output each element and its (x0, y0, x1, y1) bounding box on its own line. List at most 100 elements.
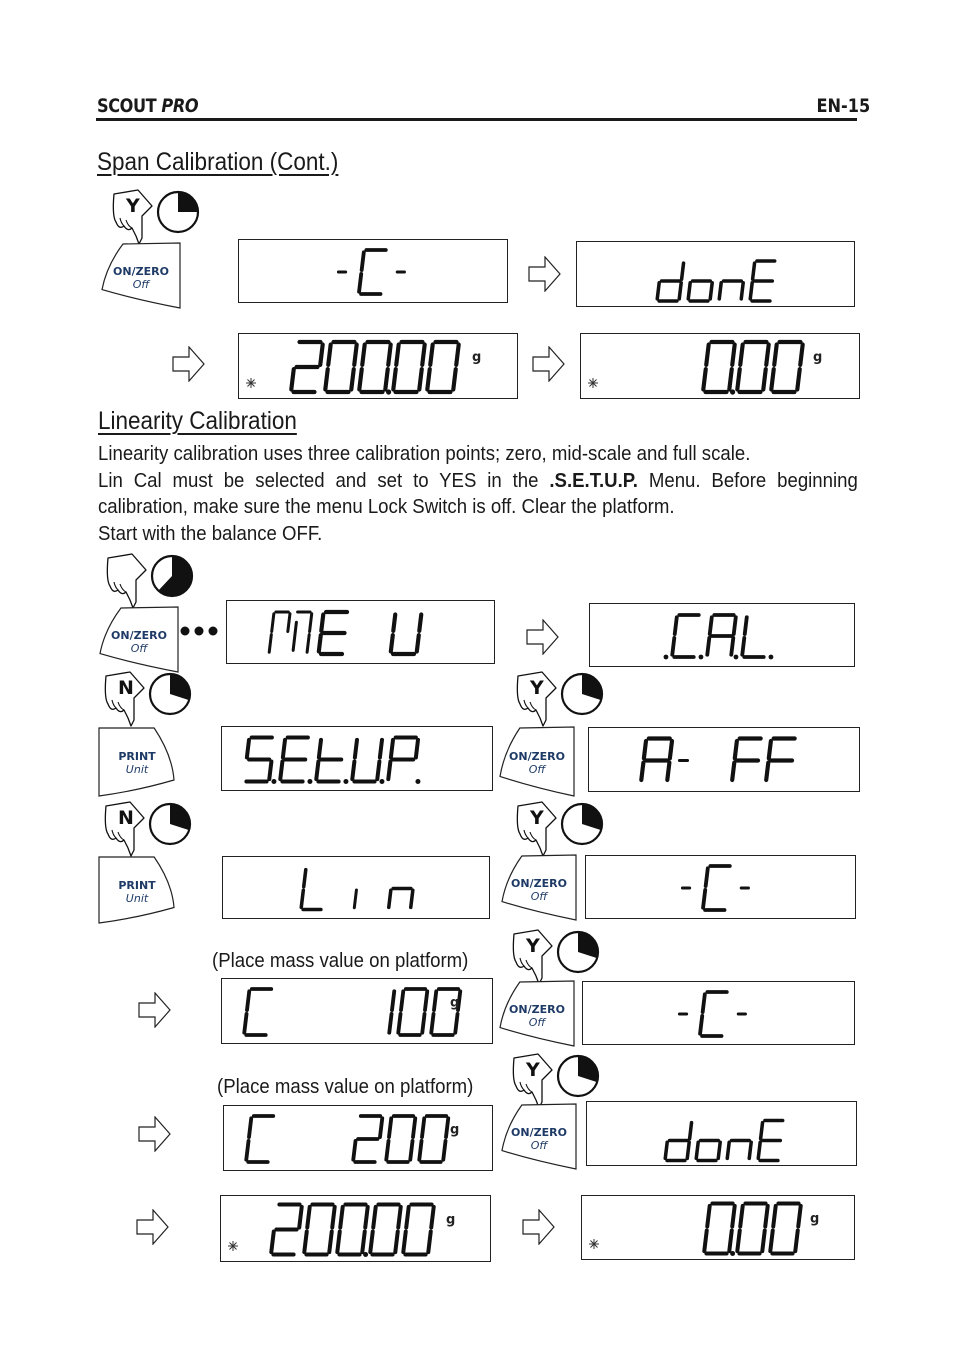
pointing-hand-icon: N (104, 671, 145, 727)
hand-key-letter: Y (529, 807, 544, 829)
lcd-decimal-point (768, 654, 774, 660)
lcd-digit (740, 615, 766, 659)
hold-timer-icon (560, 672, 604, 716)
print-key[interactable]: PRINT Unit (98, 855, 176, 925)
key-primary-label: PRINT (118, 750, 156, 764)
unit-label: g (450, 995, 459, 1010)
place-mass-note: (Place mass value on platform) (217, 1076, 474, 1098)
lcd-digit (701, 864, 732, 912)
lcd-digit (302, 1202, 337, 1257)
lcd-readout (336, 248, 406, 296)
lcd-digit (386, 735, 420, 782)
next-step-arrow-icon (526, 619, 560, 655)
lcd-lin-200: g200.00 (220, 1195, 491, 1262)
stable-indicator-icon (589, 1239, 599, 1249)
lin-hand-timer-y2: Y (512, 798, 622, 858)
header-model: PRO (161, 95, 199, 117)
lcd-digit (735, 1201, 770, 1256)
hold-timer-icon (156, 190, 200, 234)
lcd-digit (242, 987, 274, 1037)
lcd-digit (299, 867, 323, 912)
instruction-line: Linearity calibration uses three calibra… (98, 443, 751, 465)
lcd-digit (278, 735, 310, 784)
span-hand-timer: Y (108, 186, 218, 246)
hand-key-letter: Y (529, 677, 544, 699)
lcd-decimal-point (415, 779, 421, 784)
key-label: ON/ZERO Off (498, 1003, 576, 1029)
next-step-arrow-icon (136, 1209, 170, 1245)
header-product-name: SCOUT PRO (97, 95, 199, 117)
unit-label: g (472, 350, 481, 365)
lcd-readout (244, 735, 421, 784)
lcd-decimal-point (379, 779, 385, 784)
hold-timer-icon (148, 802, 192, 846)
linearity-calibration-title: Linearity Calibration (98, 407, 297, 435)
key-secondary-label: Unit (125, 763, 149, 777)
lcd-span-zero: g0.00 (580, 333, 860, 399)
hold-timer-icon (148, 672, 192, 716)
lin-hand-timer-y1: Y (512, 668, 622, 728)
key-secondary-label: Unit (125, 891, 149, 905)
lcd-digit (401, 1202, 436, 1257)
hand-key-letter: Y (525, 935, 540, 957)
lcd-decimal-point (733, 654, 739, 660)
hold-timer-icon (556, 1054, 600, 1098)
onzero-key[interactable]: ON/ZERO Off (498, 980, 576, 1048)
lcd-decimal-point (363, 1252, 369, 1257)
lcd-digit (717, 279, 745, 301)
key-primary-label: ON/ZERO (511, 877, 567, 891)
lcd-digit (670, 613, 701, 659)
onzero-key[interactable]: ON/ZERO Off (500, 1103, 578, 1171)
lcd-readout: g (244, 1114, 459, 1164)
unit-label: g (446, 1213, 455, 1228)
lcd-decimal-point (730, 389, 736, 395)
span-calibration-title: Span Calibration (Cont.) (97, 148, 339, 176)
lcd-digit (335, 1202, 370, 1257)
lcd-decimal-point (663, 654, 669, 660)
key-primary-label: ON/ZERO (509, 750, 565, 764)
lcd-lin-c1: -C- (585, 855, 856, 919)
lcd-digit (244, 1114, 276, 1164)
lcd-digit (768, 1201, 803, 1256)
next-step-arrow-icon (528, 256, 562, 292)
key-secondary-label: Off (528, 763, 546, 777)
lcd-decimal-point (271, 779, 277, 784)
lcd-lin-zero: g0.00 (581, 1195, 855, 1260)
lin-hand-timer-off (102, 550, 212, 610)
print-key[interactable]: PRINT Unit (98, 726, 176, 798)
lcd-digit (663, 1120, 694, 1163)
onzero-key[interactable]: ON/ZERO Off (98, 606, 180, 674)
lcd-digit (384, 1114, 418, 1164)
lcd-decimal-point (698, 654, 704, 660)
onzero-key[interactable]: ON/ZERO Off (100, 242, 182, 310)
onzero-key[interactable]: ON/ZERO Off (500, 854, 578, 922)
lcd-readout: g (228, 1202, 455, 1257)
lcd-digit (735, 339, 771, 395)
lin-hand-timer-n2: N (100, 798, 210, 858)
lcd-cal: .C.A.L. (589, 603, 855, 667)
key-primary-label: ON/ZERO (509, 1003, 565, 1017)
onzero-key[interactable]: ON/ZERO Off (498, 726, 576, 798)
key-primary-label: ON/ZERO (111, 629, 167, 643)
stable-indicator-icon (246, 378, 256, 388)
lcd-digit (357, 248, 388, 296)
pointing-hand-icon (106, 553, 147, 609)
hold-timer-icon (150, 554, 194, 598)
lcd-digit (351, 1114, 385, 1164)
lcd-digit (425, 339, 461, 395)
lcd-digit (388, 612, 424, 657)
lcd-digit (391, 339, 427, 395)
hold-timer-icon (560, 802, 604, 846)
repeat-ellipsis-icon (180, 624, 220, 638)
lcd-digit (267, 610, 314, 654)
key-primary-label: PRINT (118, 878, 156, 892)
header-rule (96, 118, 857, 121)
lcd-digit (269, 1202, 304, 1257)
pointing-hand-icon: Y (516, 671, 557, 727)
lcd-digit (314, 737, 344, 784)
lcd-decimal-point (386, 389, 392, 395)
lcd-aoff: A-OFF (588, 727, 860, 792)
lcd-readout (663, 1118, 785, 1163)
lcd-digit (730, 736, 763, 783)
lcd-digit (705, 613, 738, 657)
